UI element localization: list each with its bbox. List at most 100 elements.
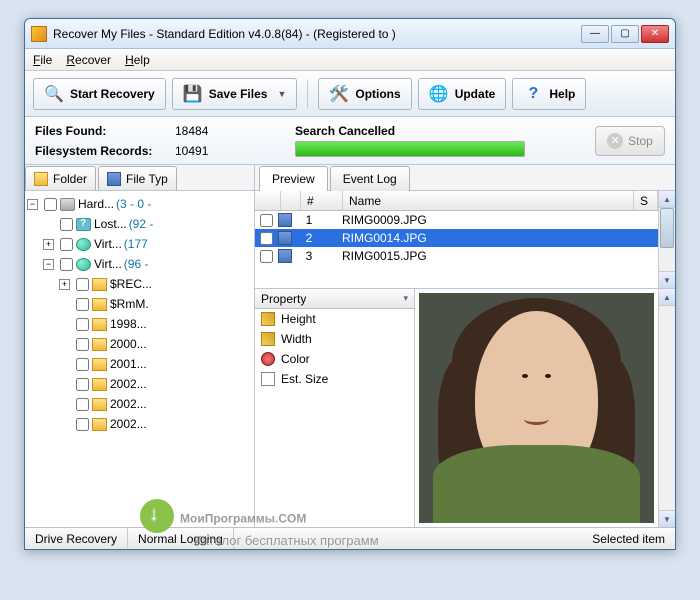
tree-toggle[interactable]: − [27,199,38,210]
tree-node[interactable]: 2002... [27,395,252,413]
menu-recover[interactable]: Recover [66,53,111,67]
preview-pane: ▲ ▼ [415,289,675,527]
stop-label: Stop [628,134,653,148]
col-num[interactable]: # [301,191,343,210]
tree-label: 2001... [110,357,147,371]
q-icon [76,218,91,231]
tab-preview[interactable]: Preview [259,166,328,191]
tree-checkbox[interactable] [76,278,89,291]
tree-checkbox[interactable] [44,198,57,211]
property-icon [261,352,275,366]
tree-node[interactable]: +Virt... (177 [27,235,252,253]
file-list-header[interactable]: # Name S [255,191,658,211]
file-checkbox[interactable] [260,214,273,227]
tree-node[interactable]: Lost... (92 - [27,215,252,233]
tree-node[interactable]: 2000... [27,335,252,353]
file-name: RIMG0015.JPG [324,249,427,263]
tree-checkbox[interactable] [76,338,89,351]
maximize-button[interactable]: ▢ [611,25,639,43]
tree-node[interactable]: −Hard... (3 - 0 - [27,195,252,213]
file-row[interactable]: 3RIMG0015.JPG [255,247,658,265]
property-pane: Property ▾ HeightWidthColorEst. Size [255,289,415,527]
tree-toggle[interactable]: + [59,279,70,290]
property-row[interactable]: Color [255,349,414,369]
file-name: RIMG0009.JPG [324,213,427,227]
options-button[interactable]: 🛠️ Options [318,78,411,110]
tree-node[interactable]: 2002... [27,375,252,393]
gl-icon [76,238,91,251]
property-header[interactable]: Property ▾ [255,289,414,309]
stop-button[interactable]: ✕ Stop [595,126,665,156]
magnifier-icon: 🔍 [44,84,64,104]
status-mode: Drive Recovery [25,528,128,549]
tree-toggle[interactable]: − [43,259,54,270]
statusbar: Drive Recovery Normal Logging Selected i… [25,527,675,549]
scroll-up-icon[interactable]: ▲ [659,191,675,208]
scroll-thumb[interactable] [660,208,674,248]
tree-label: 2002... [110,377,147,391]
tree-label: 2002... [110,417,147,431]
tree-node[interactable]: 1998... [27,315,252,333]
tab-filetype[interactable]: File Typ [98,166,177,191]
property-row[interactable]: Est. Size [255,369,414,389]
tree-checkbox[interactable] [76,358,89,371]
tree-node[interactable]: + $REC... [27,275,252,293]
tree-checkbox[interactable] [60,218,73,231]
tree-checkbox[interactable] [60,258,73,271]
floppy-icon: 💾 [183,84,203,104]
tree-checkbox[interactable] [76,298,89,311]
file-row[interactable]: 1RIMG0009.JPG [255,211,658,229]
property-icon [261,332,275,346]
fs-records-label: Filesystem Records: [35,141,175,161]
tree-checkbox[interactable] [76,318,89,331]
tree-node[interactable]: 2001... [27,355,252,373]
tab-folder-label: Folder [53,172,87,186]
menu-file[interactable]: File [33,53,52,67]
tree-toggle[interactable]: + [43,239,54,250]
tree-label: Virt... [94,257,122,271]
start-recovery-label: Start Recovery [70,87,155,101]
minimize-button[interactable]: — [581,25,609,43]
save-files-button[interactable]: 💾 Save Files ▼ [172,78,298,110]
globe-icon: 🌐 [429,84,449,104]
image-icon [278,249,292,263]
scroll-down-icon[interactable]: ▼ [659,510,675,527]
status-log: Normal Logging [128,528,234,549]
help-label: Help [549,87,575,101]
tree-node[interactable]: 2002... [27,415,252,433]
tree-node[interactable]: $RmM. [27,295,252,313]
property-row[interactable]: Width [255,329,414,349]
tree-checkbox[interactable] [76,418,89,431]
start-recovery-button[interactable]: 🔍 Start Recovery [33,78,166,110]
tree-checkbox[interactable] [60,238,73,251]
file-list: # Name S 1RIMG0009.JPG2RIMG0014.JPG3RIMG… [255,191,675,289]
tree-checkbox[interactable] [76,378,89,391]
property-row[interactable]: Height [255,309,414,329]
tree-node[interactable]: −Virt... (96 - [27,255,252,273]
menu-help[interactable]: Help [125,53,150,67]
help-icon: ? [523,84,543,104]
tab-event-log-label: Event Log [343,172,397,186]
close-button[interactable]: ✕ [641,25,669,43]
tree-stat: (177 [124,237,148,251]
tree-checkbox[interactable] [76,398,89,411]
file-row[interactable]: 2RIMG0014.JPG [255,229,658,247]
dropdown-arrow-icon: ▼ [277,89,286,99]
file-list-scrollbar[interactable]: ▲ ▼ [658,191,675,288]
tab-event-log[interactable]: Event Log [330,166,410,191]
tab-folder[interactable]: Folder [25,166,96,191]
col-s[interactable]: S [634,191,658,210]
tree-label: $REC... [110,277,152,291]
help-button[interactable]: ? Help [512,78,586,110]
preview-scrollbar[interactable]: ▲ ▼ [658,289,675,527]
update-button[interactable]: 🌐 Update [418,78,507,110]
file-checkbox[interactable] [260,250,273,263]
col-name[interactable]: Name [343,191,634,210]
scroll-up-icon[interactable]: ▲ [659,289,675,306]
file-checkbox[interactable] [260,232,273,245]
status-selected: Selected item [582,528,675,549]
folder-tree[interactable]: −Hard... (3 - 0 -Lost... (92 -+Virt... (… [25,191,254,527]
titlebar[interactable]: Recover My Files - Standard Edition v4.0… [25,19,675,49]
image-icon [278,213,292,227]
scroll-down-icon[interactable]: ▼ [659,271,675,288]
